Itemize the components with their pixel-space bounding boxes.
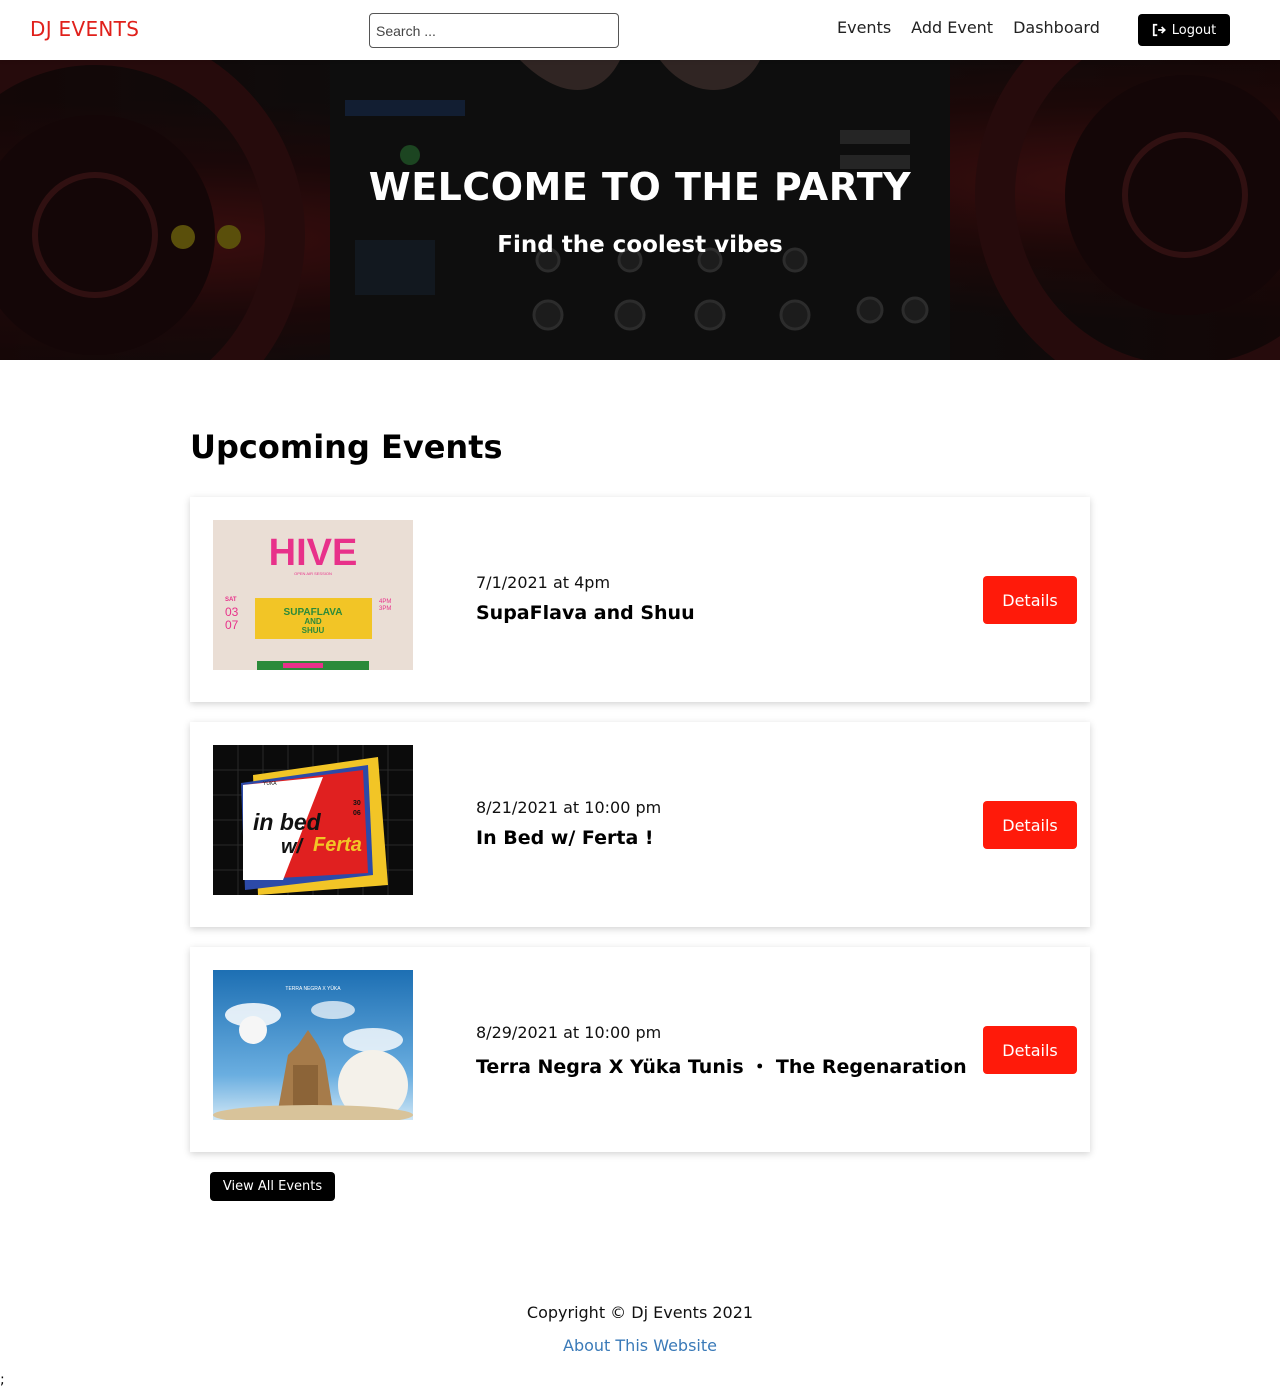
poster-hive-title: HIVE bbox=[269, 532, 358, 574]
poster-terra-brand: TERRA NEGRA X YÜKA bbox=[285, 985, 341, 992]
event-name: Terra Negra X Yüka Tunis ・ The Regenarat… bbox=[476, 1056, 967, 1078]
details-button[interactable]: Details bbox=[983, 801, 1077, 849]
sign-out-icon bbox=[1152, 23, 1166, 37]
about-link[interactable]: About This Website bbox=[0, 1336, 1280, 1355]
poster-inbed-line2: w/ bbox=[281, 836, 305, 858]
nav-dashboard[interactable]: Dashboard bbox=[1013, 18, 1100, 37]
poster-inbed-brand: YÜKA bbox=[263, 780, 277, 787]
nav-events[interactable]: Events bbox=[837, 18, 891, 37]
event-date: 7/1/2021 at 4pm bbox=[476, 573, 611, 592]
stray-text: ; bbox=[0, 1372, 5, 1388]
event-date: 8/21/2021 at 10:00 pm bbox=[476, 798, 662, 817]
site-logo[interactable]: DJ EVENTS bbox=[30, 17, 139, 41]
footer-copyright: Copyright © Dj Events 2021 bbox=[526, 1303, 754, 1322]
main-nav: Events Add Event Dashboard bbox=[837, 18, 1100, 37]
poster-hive-act-line3: SHUU bbox=[302, 626, 325, 635]
poster-inbed-line1: in bed bbox=[253, 809, 322, 835]
event-card: HIVE OPEN AIR SESSION SAT 03 07 4PM 3PM … bbox=[190, 497, 1090, 702]
event-image-hive[interactable]: HIVE OPEN AIR SESSION SAT 03 07 4PM 3PM … bbox=[213, 520, 413, 670]
event-image-terra-negra[interactable]: TERRA NEGRA X YÜKA bbox=[213, 970, 413, 1120]
hero-title: WELCOME TO THE PARTY bbox=[368, 165, 912, 209]
poster-inbed-date-top: 30 bbox=[353, 800, 361, 807]
nav-add-event[interactable]: Add Event bbox=[911, 18, 993, 37]
event-name: SupaFlava and Shuu bbox=[476, 602, 695, 624]
section-title: Upcoming Events bbox=[190, 428, 503, 466]
event-name: In Bed w/ Ferta ! bbox=[476, 827, 654, 849]
poster-hive-date-top: 03 bbox=[225, 605, 239, 619]
hero-subtitle: Find the coolest vibes bbox=[497, 232, 783, 258]
search-input[interactable] bbox=[369, 13, 619, 48]
poster-hive-time-bottom: 3PM bbox=[379, 606, 391, 612]
hero-overlay bbox=[0, 60, 1280, 360]
event-card: YÜKA in bed w/ Ferta 30 06 8/21/2021 at … bbox=[190, 722, 1090, 927]
poster-hive-act-line2: AND bbox=[304, 617, 322, 626]
poster-hive-day: SAT bbox=[225, 597, 237, 603]
poster-inbed-date-bottom: 06 bbox=[353, 810, 361, 817]
event-date: 8/29/2021 at 10:00 pm bbox=[476, 1023, 662, 1042]
search-box bbox=[369, 13, 619, 48]
details-button[interactable]: Details bbox=[983, 1026, 1077, 1074]
event-image-in-bed[interactable]: YÜKA in bed w/ Ferta 30 06 bbox=[213, 745, 413, 895]
poster-inbed-line3: Ferta bbox=[313, 834, 362, 856]
poster-hive-date-bottom: 07 bbox=[225, 618, 239, 632]
top-navbar: DJ EVENTS Events Add Event Dashboard Log… bbox=[0, 0, 1280, 60]
logout-button[interactable]: Logout bbox=[1138, 14, 1230, 46]
event-card: TERRA NEGRA X YÜKA 8/29/2021 at 10:00 pm… bbox=[190, 947, 1090, 1152]
details-button[interactable]: Details bbox=[983, 576, 1077, 624]
view-all-events-button[interactable]: View All Events bbox=[210, 1172, 335, 1201]
poster-hive-time-top: 4PM bbox=[379, 599, 391, 605]
logout-label: Logout bbox=[1171, 22, 1217, 38]
poster-hive-subtitle: OPEN AIR SESSION bbox=[294, 571, 332, 576]
hero-banner: WELCOME TO THE PARTY Find the coolest vi… bbox=[0, 60, 1280, 360]
